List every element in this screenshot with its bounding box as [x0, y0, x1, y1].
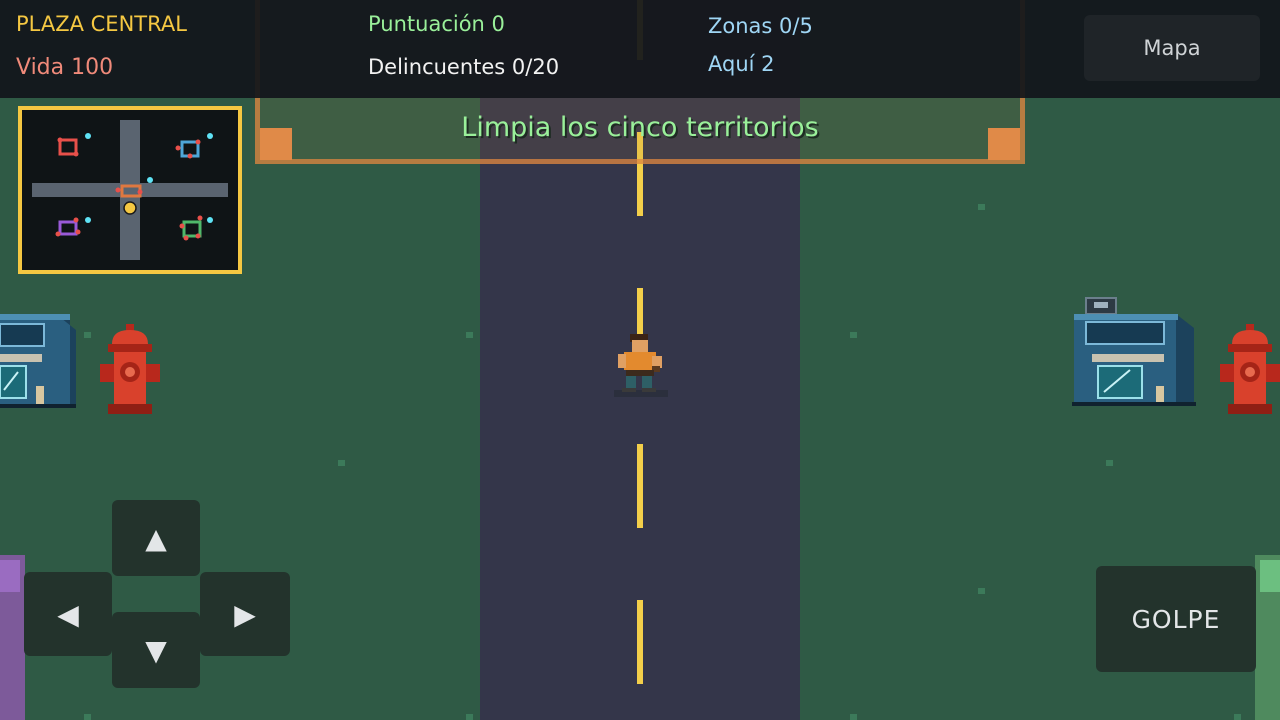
score-display: Puntuación 0: [368, 12, 505, 36]
kiosk-building: [1072, 297, 1196, 406]
here-counter: Aquí 2: [708, 52, 775, 76]
arrow-right-icon: ▶: [234, 597, 256, 631]
arrow-left-icon: ◀: [57, 597, 79, 631]
health-display: Vida 100: [16, 55, 114, 80]
grass-speck: [84, 332, 91, 338]
kiosk-building: [0, 314, 76, 408]
minimap-canvas: [32, 120, 228, 260]
minimap-zone: [55, 217, 91, 237]
grass-speck: [850, 332, 857, 338]
grass-speck: [1234, 714, 1241, 720]
grass-speck: [338, 460, 345, 466]
grass-speck: [466, 332, 473, 338]
grass-speck: [850, 714, 857, 720]
dpad-up-button[interactable]: ▲: [112, 500, 200, 576]
grass-speck: [978, 588, 985, 594]
minimap[interactable]: [18, 106, 242, 274]
grass-speck: [466, 714, 473, 720]
minimap-zone: [179, 215, 213, 241]
fire-hydrant: [100, 324, 160, 414]
lane-marking: [637, 444, 643, 528]
zone-marker-left: [0, 560, 20, 592]
criminals-counter: Delincuentes 0/20: [368, 55, 560, 79]
dpad-down-button[interactable]: ▼: [112, 612, 200, 688]
arrow-up-icon: ▲: [145, 521, 167, 555]
attack-button[interactable]: GOLPE: [1096, 566, 1256, 672]
grass-speck: [84, 714, 91, 720]
lane-marking: [637, 600, 643, 684]
objective-text: Limpia los cinco territorios: [461, 112, 819, 143]
dpad-left-button[interactable]: ◀: [24, 572, 112, 656]
minimap-zone: [175, 133, 213, 159]
zones-counter: Zonas 0/5: [708, 14, 813, 38]
minimap-player-marker: [123, 201, 137, 215]
grass-speck: [1106, 460, 1113, 466]
arrow-down-icon: ▼: [145, 633, 167, 667]
zone-marker-right: [1260, 560, 1280, 592]
dpad-right-button[interactable]: ▶: [200, 572, 290, 656]
location-name: PLAZA CENTRAL: [16, 12, 187, 36]
grass-speck: [978, 204, 985, 210]
map-button[interactable]: Mapa: [1084, 15, 1260, 81]
minimap-zone: [57, 133, 91, 157]
player-character: [614, 334, 668, 397]
fire-hydrant: [1220, 324, 1280, 414]
